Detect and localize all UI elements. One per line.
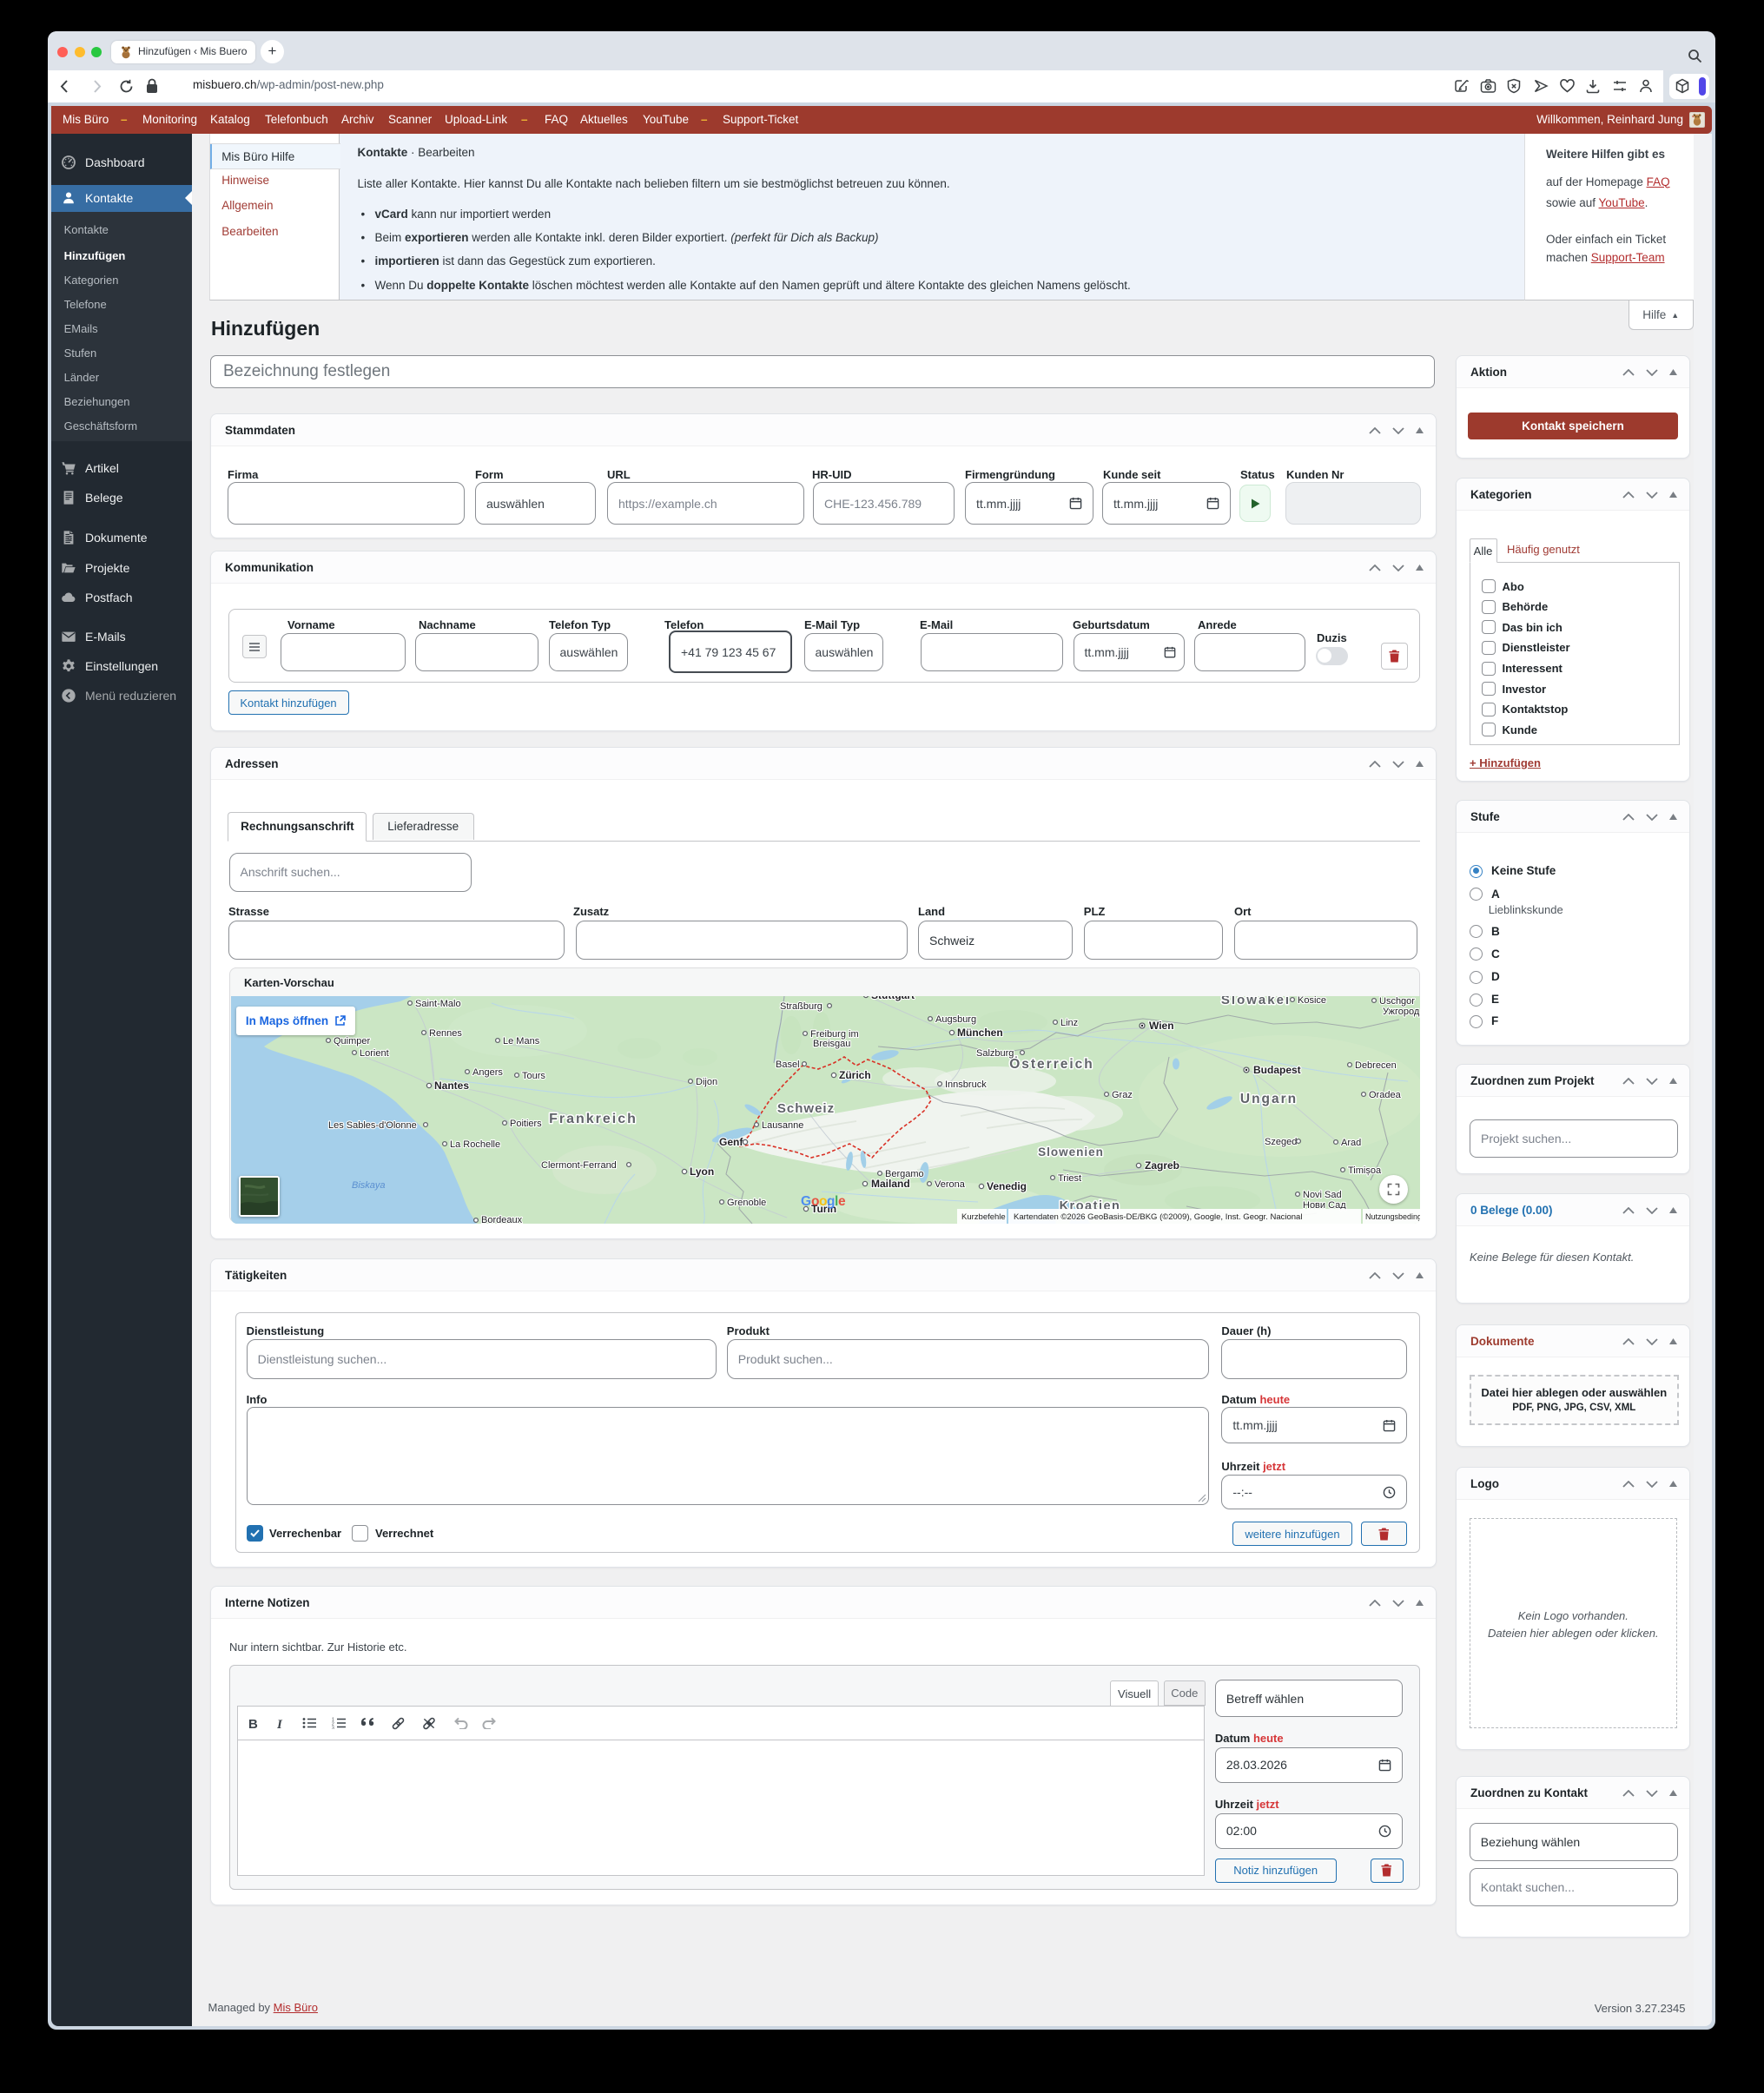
- svg-text:Zagreb: Zagreb: [1145, 1159, 1179, 1172]
- svg-text:Dijon: Dijon: [696, 1077, 717, 1087]
- svg-text:Zürich: Zürich: [839, 1069, 871, 1081]
- svg-text:Le Mans: Le Mans: [503, 1036, 540, 1046]
- svg-text:Clermont-Ferrand: Clermont-Ferrand: [541, 1160, 617, 1171]
- svg-text:Nantes: Nantes: [434, 1080, 469, 1092]
- svg-text:Breisgau: Breisgau: [813, 1039, 850, 1049]
- svg-text:Triest: Triest: [1058, 1173, 1081, 1184]
- svg-text:Verona: Verona: [935, 1179, 966, 1190]
- svg-text:Schweiz: Schweiz: [777, 1101, 835, 1116]
- svg-text:Poitiers: Poitiers: [510, 1119, 542, 1129]
- svg-text:Arad: Arad: [1341, 1138, 1361, 1148]
- svg-text:München: München: [957, 1027, 1003, 1039]
- svg-text:Österreich: Österreich: [1009, 1057, 1094, 1072]
- svg-text:Szeged: Szeged: [1265, 1137, 1297, 1147]
- svg-text:Saint-Malo: Saint-Malo: [415, 999, 461, 1009]
- svg-text:Stuttgart: Stuttgart: [871, 996, 915, 1001]
- svg-text:Budapest: Budapest: [1253, 1064, 1301, 1076]
- svg-text:Novi Sad: Novi Sad: [1303, 1190, 1342, 1200]
- svg-text:Biskaya: Biskaya: [352, 1180, 386, 1191]
- svg-text:Ungarn: Ungarn: [1240, 1092, 1298, 1106]
- svg-text:Salzburg: Salzburg: [976, 1048, 1014, 1059]
- svg-text:Lyon: Lyon: [690, 1165, 714, 1178]
- svg-text:Wien: Wien: [1149, 1020, 1174, 1032]
- svg-text:La Rochelle: La Rochelle: [450, 1139, 500, 1150]
- svg-text:Venedig: Venedig: [987, 1180, 1027, 1192]
- svg-text:Genf: Genf: [719, 1136, 743, 1148]
- svg-text:Oradea: Oradea: [1369, 1090, 1402, 1100]
- svg-text:Nutzungsbedingungen: Nutzungsbedingungen: [1365, 1212, 1420, 1221]
- svg-text:Angers: Angers: [472, 1067, 503, 1078]
- svg-text:3: 3: [332, 1727, 334, 1729]
- svg-text:Linz: Linz: [1060, 1018, 1078, 1028]
- svg-text:Bordeaux: Bordeaux: [481, 1215, 523, 1224]
- svg-text:Frankreich: Frankreich: [549, 1112, 638, 1126]
- svg-text:Rennes: Rennes: [429, 1028, 462, 1039]
- svg-text:I: I: [277, 1718, 283, 1730]
- svg-text:Augsburg: Augsburg: [935, 1014, 976, 1025]
- svg-text:B: B: [248, 1717, 258, 1730]
- svg-text:Straßburg: Straßburg: [780, 1001, 823, 1012]
- svg-text:Mailand: Mailand: [871, 1178, 910, 1190]
- svg-text:Timișoa: Timișoa: [1348, 1165, 1382, 1176]
- svg-text:Ужгород: Ужгород: [1383, 1007, 1420, 1017]
- svg-text:Innsbruck: Innsbruck: [945, 1080, 987, 1090]
- svg-text:Graz: Graz: [1112, 1090, 1133, 1100]
- svg-text:Kosice: Kosice: [1298, 996, 1326, 1006]
- svg-text:Tours: Tours: [522, 1071, 545, 1081]
- svg-text:Kartendaten ©2026 GeoBasis-DE/: Kartendaten ©2026 GeoBasis-DE/BKG (©2009…: [1014, 1212, 1302, 1222]
- svg-text:Bergamo: Bergamo: [885, 1169, 924, 1179]
- svg-text:Lorient: Lorient: [360, 1048, 389, 1059]
- svg-text:Slowakei: Slowakei: [1221, 996, 1291, 1007]
- svg-text:Debrecen: Debrecen: [1355, 1060, 1397, 1071]
- svg-text:G: G: [801, 1194, 811, 1209]
- svg-text:Les Sables-d'Olonne: Les Sables-d'Olonne: [328, 1120, 417, 1131]
- svg-text:Lausanne: Lausanne: [762, 1120, 803, 1131]
- svg-text:Basel: Basel: [776, 1060, 800, 1070]
- svg-text:Quimper: Quimper: [334, 1036, 371, 1046]
- svg-text:Grenoble: Grenoble: [727, 1198, 766, 1208]
- svg-text:e: e: [838, 1194, 846, 1209]
- svg-text:Slowenien: Slowenien: [1038, 1146, 1104, 1159]
- svg-text:Kurzbefehle: Kurzbefehle: [961, 1212, 1006, 1222]
- svg-text:Uschgor: Uschgor: [1379, 996, 1415, 1007]
